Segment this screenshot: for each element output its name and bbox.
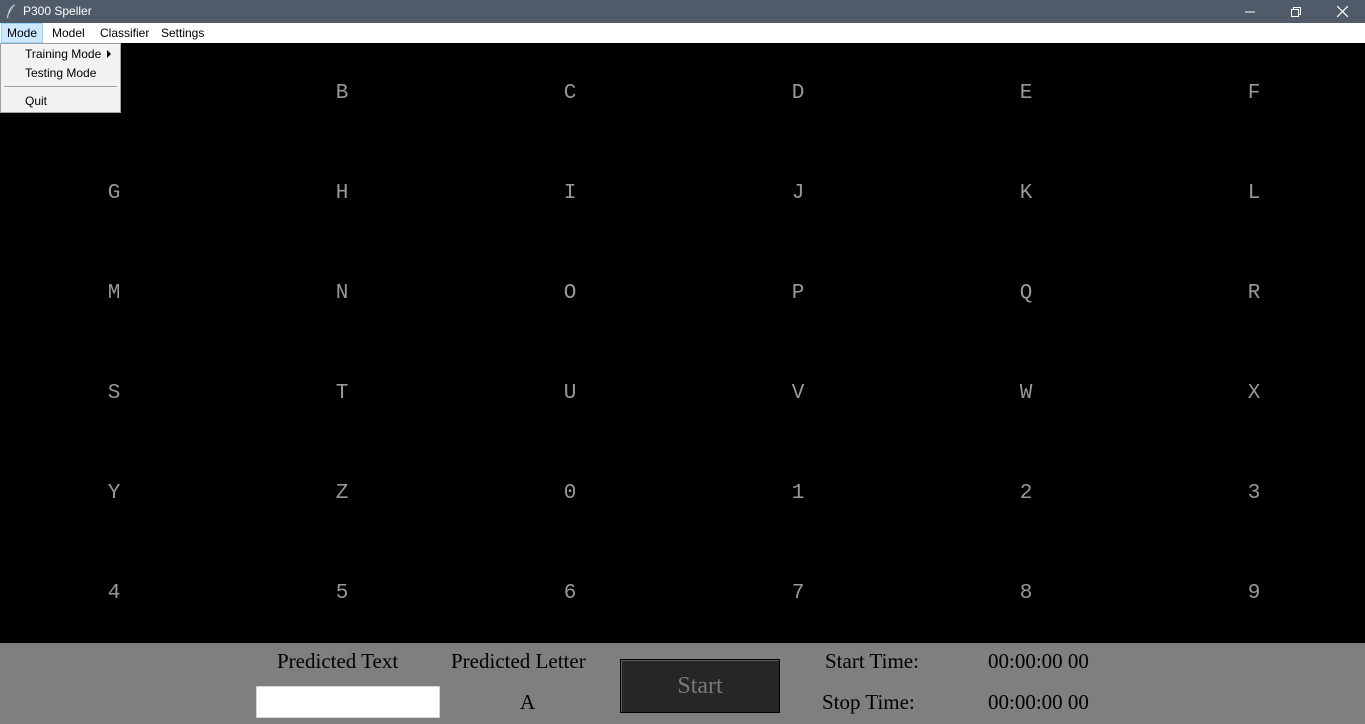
speller-cell: O — [563, 281, 577, 305]
speller-cell: 0 — [563, 481, 577, 505]
speller-cell: 9 — [1247, 581, 1261, 605]
speller-cell: M — [107, 281, 121, 305]
speller-cell: Y — [107, 481, 121, 505]
predicted-letter-value: A — [520, 690, 536, 714]
menu-item-testing-mode[interactable]: Testing Mode — [2, 64, 119, 83]
speller-cell: J — [791, 181, 805, 205]
menu-settings[interactable]: Settings — [156, 23, 209, 43]
window-title: P300 Speller — [23, 4, 92, 18]
feather-icon — [7, 3, 16, 18]
stop-time-label: Stop Time: — [822, 690, 915, 714]
predicted-letter-label: Predicted Letter — [451, 649, 586, 673]
speller-cell: V — [791, 381, 805, 405]
speller-cell: B — [335, 81, 349, 105]
speller-cell: 2 — [1019, 481, 1033, 505]
speller-cell: I — [563, 181, 577, 205]
speller-cell: 6 — [563, 581, 577, 605]
speller-cell: G — [107, 181, 121, 205]
speller-cell: 7 — [791, 581, 805, 605]
speller-cell: S — [107, 381, 121, 405]
minimize-icon — [1245, 11, 1255, 12]
training-mode-label: Training Mode — [25, 47, 102, 61]
start-button[interactable]: Start — [620, 659, 780, 713]
speller-cell: 5 — [335, 581, 349, 605]
control-panel: Predicted Text Predicted Letter A Start … — [0, 643, 1365, 724]
menu-separator — [4, 86, 117, 87]
speller-cell: E — [1019, 81, 1033, 105]
restore-button[interactable] — [1273, 0, 1319, 23]
speller-cell: P — [791, 281, 805, 305]
speller-cell: W — [1019, 381, 1033, 405]
speller-cell: 8 — [1019, 581, 1033, 605]
start-time-label: Start Time: — [825, 649, 919, 673]
speller-cell: X — [1247, 381, 1261, 405]
speller-cell: U — [563, 381, 577, 405]
predicted-text-label: Predicted Text — [277, 649, 399, 673]
menu-item-quit[interactable]: Quit — [2, 92, 119, 111]
menu-model[interactable]: Model — [47, 23, 90, 43]
speller-cell: K — [1019, 181, 1033, 205]
speller-cell: C — [563, 81, 577, 105]
menu-bar: Mode Model Classifier Settings — [0, 23, 1365, 44]
speller-grid: A B C D E F G H I J K L M N O P Q R S T … — [0, 43, 1365, 643]
close-icon — [1336, 6, 1348, 17]
speller-cell: 4 — [107, 581, 121, 605]
menu-item-training-mode[interactable]: Training Mode — [2, 45, 119, 64]
restore-icon — [1291, 6, 1301, 17]
speller-cell: Z — [335, 481, 349, 505]
close-button[interactable] — [1319, 0, 1365, 23]
predicted-text-field[interactable] — [256, 686, 440, 718]
speller-cell: F — [1247, 81, 1261, 105]
speller-cell: 3 — [1247, 481, 1261, 505]
speller-cell: T — [335, 381, 349, 405]
speller-cell: 1 — [791, 481, 805, 505]
speller-cell: Q — [1019, 281, 1033, 305]
menu-classifier[interactable]: Classifier — [95, 23, 154, 43]
speller-cell: D — [791, 81, 805, 105]
title-bar: P300 Speller — [0, 0, 1365, 23]
minimize-button[interactable] — [1227, 0, 1273, 23]
submenu-arrow-icon — [107, 50, 111, 58]
menu-mode[interactable]: Mode — [1, 23, 43, 43]
speller-cell: H — [335, 181, 349, 205]
speller-cell: L — [1247, 181, 1261, 205]
start-time-value: 00:00:00 00 — [988, 649, 1089, 673]
speller-cell: N — [335, 281, 349, 305]
speller-cell: R — [1247, 281, 1261, 305]
stop-time-value: 00:00:00 00 — [988, 690, 1089, 714]
mode-dropdown-menu: Training Mode Testing Mode Quit — [0, 43, 121, 113]
